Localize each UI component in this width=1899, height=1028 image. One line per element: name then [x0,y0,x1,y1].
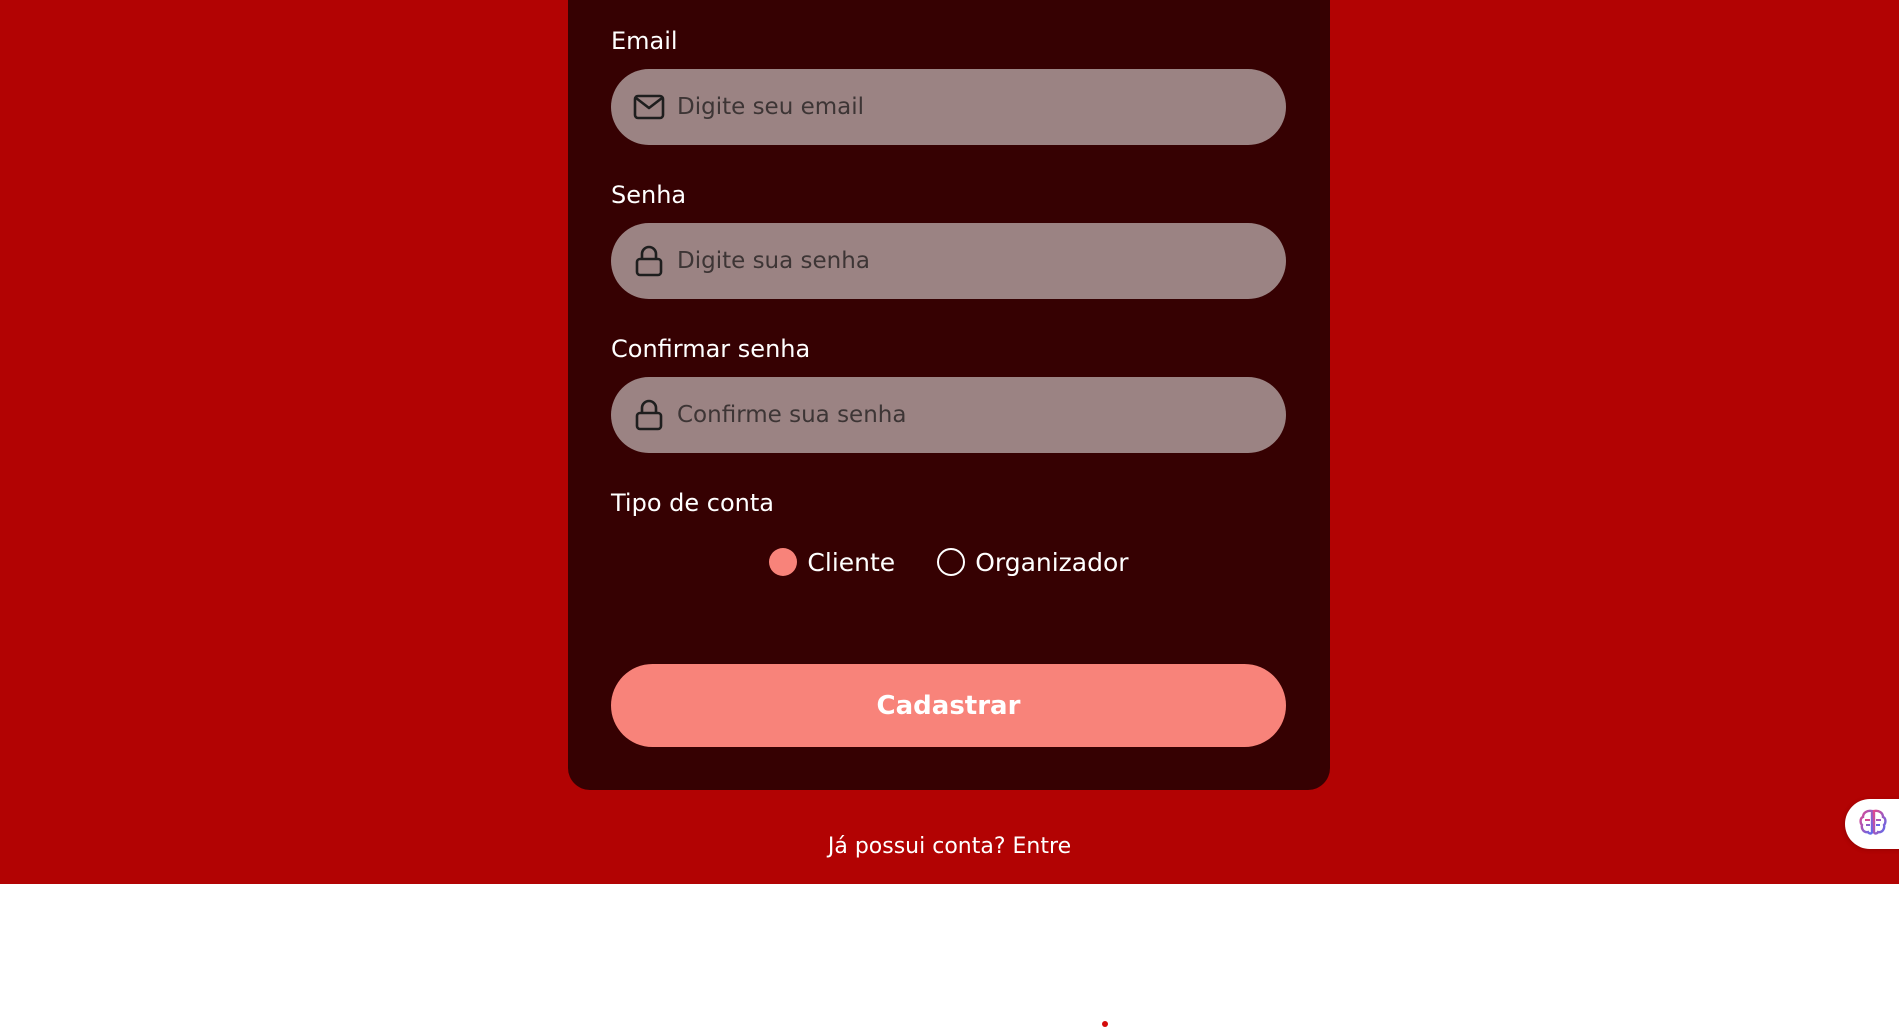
radio-unselected-indicator[interactable] [937,548,966,576]
cadastrar-button[interactable]: Cadastrar [611,664,1286,747]
mail-icon [633,91,665,123]
indicator-dot [1102,1021,1108,1027]
lock-icon [633,399,665,431]
radio-option-organizador[interactable]: Organizador [937,547,1129,577]
password-field-wrapper[interactable] [611,223,1286,299]
radio-label-cliente: Cliente [807,547,896,577]
account-type-radio-group: Cliente Organizador [568,542,1330,582]
login-prompt-text: Já possui conta? [827,834,1006,859]
account-type-label: Tipo de conta [611,489,774,517]
confirm-password-field-wrapper[interactable] [611,377,1286,453]
page: Email Senha [0,0,1899,1028]
email-label: Email [611,27,678,55]
hero-section: Email Senha [0,0,1899,884]
signup-card: Email Senha [568,0,1330,790]
radio-selected-indicator[interactable] [769,548,798,576]
password-input[interactable] [677,248,1257,274]
radio-option-cliente[interactable]: Cliente [769,548,895,577]
brain-icon [1859,809,1887,839]
email-input[interactable] [677,94,1257,120]
floating-assistant-button[interactable] [1845,799,1899,849]
login-link[interactable]: Entre [1013,834,1072,859]
password-label: Senha [611,181,687,209]
email-field-wrapper[interactable] [611,69,1286,145]
radio-label-organizador: Organizador [975,547,1129,577]
lock-icon [633,245,665,277]
confirm-password-label: Confirmar senha [611,335,811,363]
login-prompt: Já possui conta? Entre [0,834,1899,859]
confirm-password-input[interactable] [677,402,1257,428]
